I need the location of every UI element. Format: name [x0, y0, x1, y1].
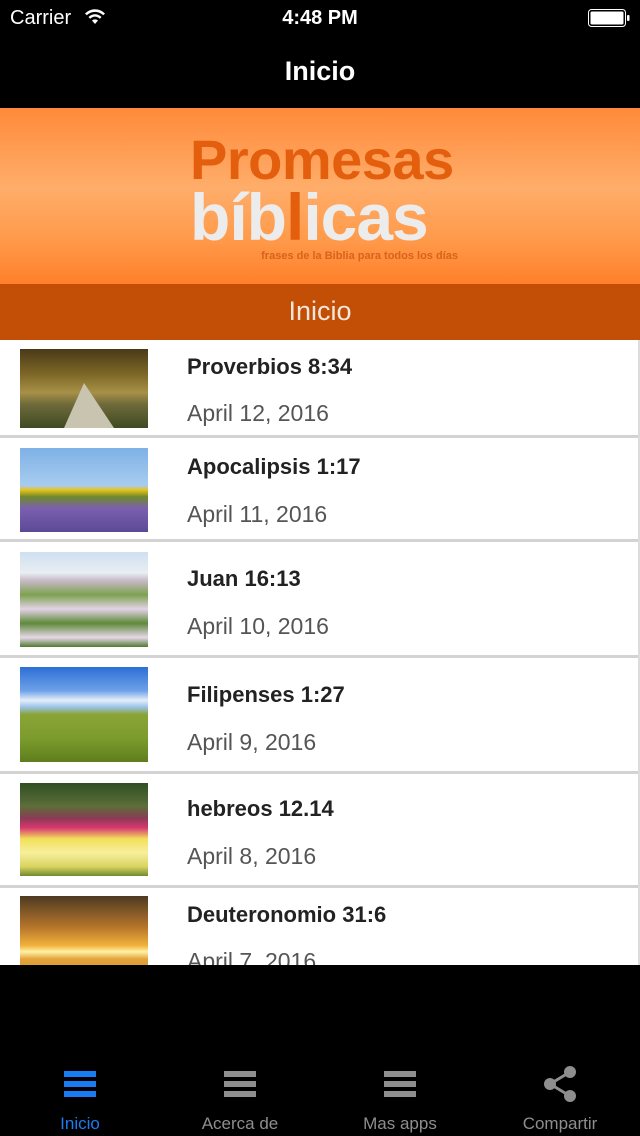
thumbnail-image	[20, 349, 148, 428]
tab-label: Acerca de	[201, 1114, 279, 1133]
logo-line-2: bíblicas	[190, 180, 429, 254]
item-date: April 9, 2016	[187, 729, 317, 755]
thumbnail-image	[20, 783, 148, 876]
item-title: Proverbios 8:34	[187, 354, 353, 379]
app-logo: Promesas bíblicas frases de la Biblia pa…	[190, 130, 470, 270]
item-date: April 8, 2016	[187, 843, 317, 869]
item-title: Filipenses 1:27	[187, 682, 345, 707]
item-title: Apocalipsis 1:17	[187, 454, 361, 479]
list-item[interactable]: Deuteronomio 31:6 April 7, 2016	[0, 888, 638, 965]
list-item[interactable]: hebreos 12.14 April 8, 2016	[0, 774, 638, 888]
item-date: April 7, 2016	[187, 948, 317, 965]
tab-label: Mas apps	[363, 1114, 437, 1133]
thumbnail-image	[20, 552, 148, 647]
list-icon	[64, 1071, 96, 1097]
list-item[interactable]: Proverbios 8:34 April 12, 2016	[0, 340, 638, 438]
list-icon	[224, 1071, 256, 1097]
tab-inicio[interactable]: Inicio	[0, 1048, 160, 1136]
item-title: Deuteronomio 31:6	[187, 902, 387, 927]
item-title: Juan 16:13	[187, 566, 301, 591]
tab-label: Inicio	[60, 1114, 100, 1133]
section-title: Inicio	[288, 296, 352, 326]
item-date: April 11, 2016	[187, 501, 328, 527]
list-item[interactable]: Filipenses 1:27 April 9, 2016	[0, 658, 638, 774]
list-icon	[384, 1071, 416, 1097]
thumbnail-image	[20, 448, 148, 532]
tab-acerca-de[interactable]: Acerca de	[160, 1048, 320, 1136]
logo-tagline: frases de la Biblia para todos los días	[261, 250, 458, 262]
thumbnail-image	[20, 896, 148, 965]
verse-list[interactable]: Proverbios 8:34 April 12, 2016 Apocalips…	[0, 340, 640, 965]
share-icon	[544, 1066, 576, 1102]
list-item[interactable]: Juan 16:13 April 10, 2016	[0, 542, 638, 658]
thumbnail-image	[20, 667, 148, 762]
nav-title: Inicio	[284, 56, 356, 86]
list-item[interactable]: Apocalipsis 1:17 April 11, 2016	[0, 438, 638, 542]
tab-mas-apps[interactable]: Mas apps	[320, 1048, 480, 1136]
status-bar: Carrier 4:48 PM	[0, 0, 640, 40]
tab-bar: Inicio Acerca de Mas apps Compartir	[0, 1048, 640, 1136]
header-banner: Promesas bíblicas frases de la Biblia pa…	[0, 108, 640, 284]
tab-label: Compartir	[522, 1114, 598, 1133]
item-title: hebreos 12.14	[187, 796, 334, 821]
item-date: April 10, 2016	[187, 613, 329, 639]
section-header: Inicio	[0, 284, 640, 340]
item-date: April 12, 2016	[187, 400, 329, 426]
battery-icon	[588, 9, 630, 27]
status-time: 4:48 PM	[282, 7, 358, 29]
navigation-bar: Inicio	[0, 40, 640, 108]
tab-compartir[interactable]: Compartir	[480, 1048, 640, 1136]
